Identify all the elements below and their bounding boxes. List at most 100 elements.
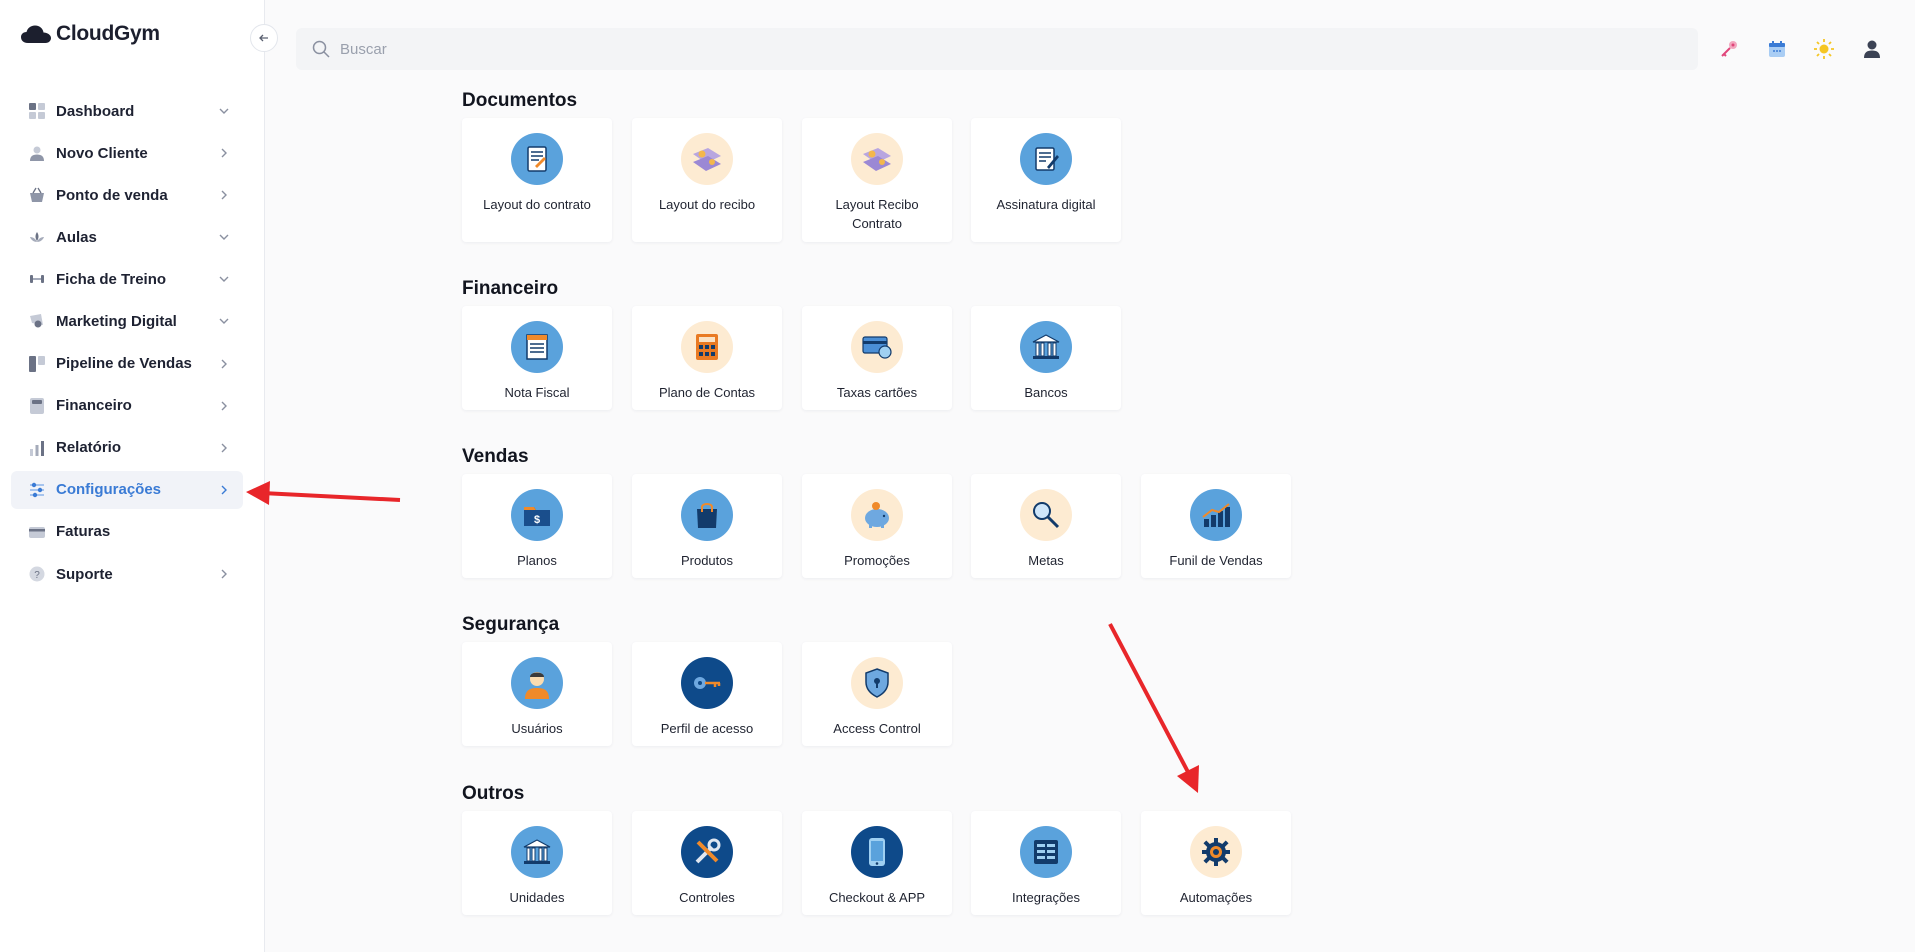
- integrations-icon: [1020, 826, 1072, 878]
- sidebar: CloudGym Dashboard Novo Cliente Ponto de…: [0, 0, 265, 952]
- invoice-icon: [511, 321, 563, 373]
- chevron-down-icon: [217, 314, 231, 328]
- card-layout-do-contrato[interactable]: Layout do contrato: [462, 118, 612, 242]
- card-controles[interactable]: Controles: [632, 811, 782, 915]
- card-label: Layout do recibo: [658, 197, 756, 212]
- sidebar-item-relatorio[interactable]: Relatório: [11, 429, 243, 467]
- plans-folder-icon: $: [511, 489, 563, 541]
- user-icon: [28, 144, 46, 162]
- sidebar-item-marketing-digital[interactable]: Marketing Digital: [11, 302, 243, 340]
- chevron-down-icon: [217, 272, 231, 286]
- sun-icon[interactable]: [1812, 37, 1836, 61]
- receipt-icon: [681, 133, 733, 185]
- card-label: Perfil de acesso: [660, 721, 754, 736]
- app-name: CloudGym: [56, 22, 160, 45]
- card-label: Automações: [1179, 890, 1253, 905]
- chevron-right-icon: [217, 146, 231, 160]
- card-taxas-cartoes[interactable]: Taxas cartões: [802, 306, 952, 410]
- chevron-right-icon: [217, 399, 231, 413]
- user-profile-icon[interactable]: [1860, 37, 1884, 61]
- sidebar-item-novo-cliente[interactable]: Novo Cliente: [11, 134, 243, 172]
- app-logo[interactable]: CloudGym: [20, 22, 160, 46]
- users-icon: [511, 657, 563, 709]
- card-fee-icon: [851, 321, 903, 373]
- sidebar-item-ficha-de-treino[interactable]: Ficha de Treino: [11, 260, 243, 298]
- card-label: Nota Fiscal: [504, 385, 570, 400]
- card-bancos[interactable]: Bancos: [971, 306, 1121, 410]
- card-label: Controles: [679, 890, 735, 905]
- search-icon: [312, 40, 330, 58]
- credit-card-icon: [28, 523, 46, 541]
- sidebar-item-faturas[interactable]: Faturas: [11, 513, 243, 551]
- chevron-down-icon: [217, 104, 231, 118]
- sidebar-item-financeiro[interactable]: Financeiro: [11, 387, 243, 425]
- receipt-contract-icon: [851, 133, 903, 185]
- card-label: Layout do contrato: [483, 197, 591, 212]
- calculator-icon: [28, 397, 46, 415]
- bar-chart-icon: [28, 439, 46, 457]
- piggy-bank-icon: [851, 489, 903, 541]
- sidebar-item-label: Suporte: [56, 565, 113, 583]
- lotus-icon: [28, 228, 46, 246]
- sidebar-item-pipeline-de-vendas[interactable]: Pipeline de Vendas: [11, 345, 243, 383]
- card-layout-recibo-contrato[interactable]: Layout Recibo Contrato: [802, 118, 952, 242]
- sidebar-item-dashboard[interactable]: Dashboard: [11, 92, 243, 130]
- search-bar[interactable]: [296, 28, 1698, 70]
- card-promocoes[interactable]: Promoções: [802, 474, 952, 578]
- arrow-left-icon: [259, 34, 268, 42]
- bank-icon: [1020, 321, 1072, 373]
- magnifier-icon: [1020, 489, 1072, 541]
- sidebar-nav: Dashboard Novo Cliente Ponto de venda Au…: [11, 92, 243, 597]
- card-label: Produtos: [680, 553, 734, 568]
- card-label: Assinatura digital: [996, 197, 1096, 212]
- sidebar-item-label: Novo Cliente: [56, 144, 148, 162]
- card-planos[interactable]: $ Planos: [462, 474, 612, 578]
- tools-icon: [681, 826, 733, 878]
- card-assinatura-digital[interactable]: Assinatura digital: [971, 118, 1121, 242]
- card-metas[interactable]: Metas: [971, 474, 1121, 578]
- card-label: Access Control: [833, 721, 921, 736]
- card-funil-de-vendas[interactable]: Funil de Vendas: [1141, 474, 1291, 578]
- card-unidades[interactable]: Unidades: [462, 811, 612, 915]
- card-usuarios[interactable]: Usuários: [462, 642, 612, 746]
- sidebar-item-ponto-de-venda[interactable]: Ponto de venda: [11, 176, 243, 214]
- sidebar-item-aulas[interactable]: Aulas: [11, 218, 243, 256]
- sidebar-item-label: Pipeline de Vendas: [56, 355, 192, 373]
- search-input[interactable]: [340, 40, 940, 58]
- section-title-outros: Outros: [462, 783, 525, 804]
- card-checkout-app[interactable]: Checkout & APP: [802, 811, 952, 915]
- card-label: Planos: [517, 553, 557, 568]
- sales-funnel-chart-icon: [1190, 489, 1242, 541]
- annotation-arrows: [246, 481, 1199, 793]
- card-plano-de-contas[interactable]: Plano de Contas: [632, 306, 782, 410]
- card-label: Funil de Vendas: [1169, 553, 1263, 568]
- calculator-icon: [681, 321, 733, 373]
- section-title-vendas: Vendas: [462, 446, 529, 467]
- card-integracoes[interactable]: Integrações: [971, 811, 1121, 915]
- card-perfil-de-acesso[interactable]: Perfil de acesso: [632, 642, 782, 746]
- sidebar-item-configuracoes[interactable]: Configurações: [11, 470, 243, 509]
- card-nota-fiscal[interactable]: Nota Fiscal: [462, 306, 612, 410]
- sidebar-item-label: Aulas: [56, 228, 97, 246]
- sidebar-item-label: Ficha de Treino: [56, 270, 167, 288]
- sidebar-item-suporte[interactable]: ? Suporte: [11, 555, 243, 593]
- cloud-icon: [21, 25, 51, 43]
- pipeline-icon: [28, 355, 46, 373]
- chevron-right-icon: [217, 567, 231, 581]
- sidebar-item-label: Configurações: [56, 481, 162, 499]
- help-icon: ?: [28, 565, 46, 583]
- key-icon[interactable]: [1717, 37, 1741, 61]
- sidebar-item-label: Ponto de venda: [56, 186, 168, 204]
- sidebar-item-label: Marketing Digital: [56, 312, 177, 330]
- chevron-right-icon: [217, 441, 231, 455]
- calendar-icon[interactable]: [1765, 37, 1789, 61]
- svg-text:?: ?: [34, 570, 40, 581]
- card-produtos[interactable]: Produtos: [632, 474, 782, 578]
- collapse-sidebar-button[interactable]: [250, 24, 278, 52]
- card-layout-do-recibo[interactable]: Layout do recibo: [632, 118, 782, 242]
- card-label: Promoções: [844, 553, 910, 568]
- card-access-control[interactable]: Access Control: [802, 642, 952, 746]
- chevron-right-icon: [217, 357, 231, 371]
- card-automacoes[interactable]: Automações: [1141, 811, 1291, 915]
- chevron-right-icon: [217, 483, 231, 497]
